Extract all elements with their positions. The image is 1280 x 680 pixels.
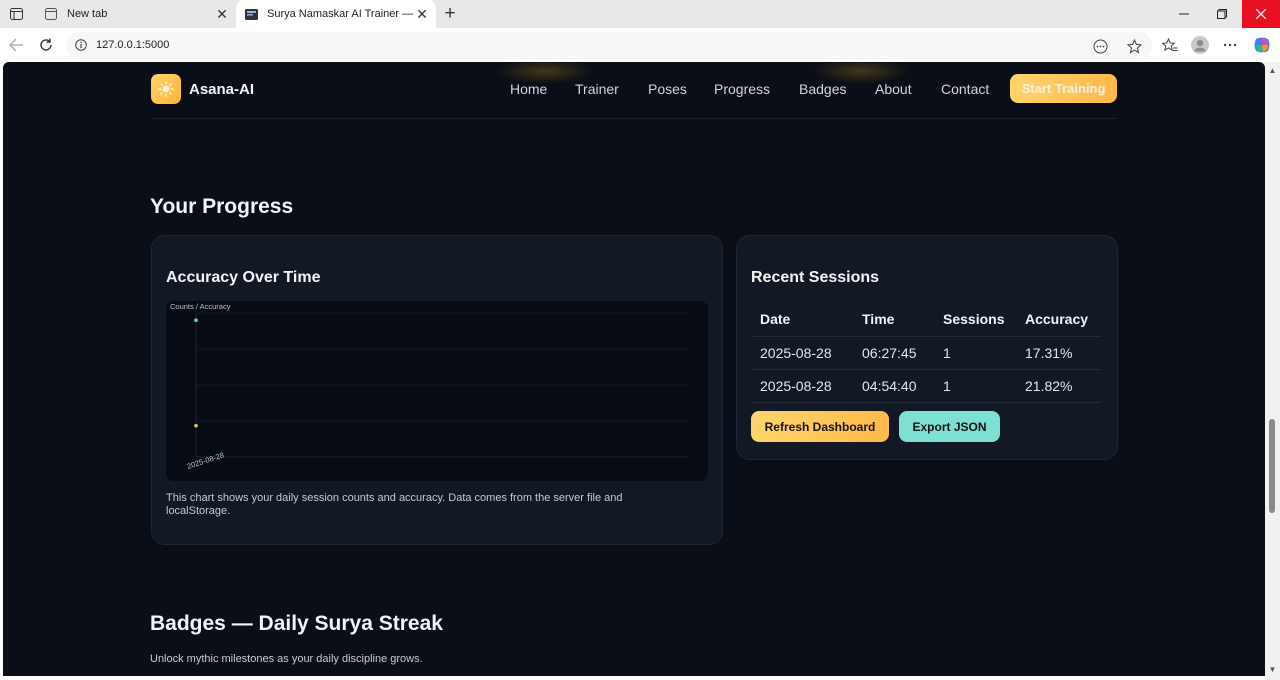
scrollbar-thumb[interactable] xyxy=(1269,419,1275,513)
table-row: 2025-08-28 06:27:45 1 17.31% xyxy=(751,336,1101,370)
tab-actions-menu-button[interactable] xyxy=(6,5,26,23)
column-header-date: Date xyxy=(751,303,853,337)
profile-avatar-icon[interactable] xyxy=(1190,35,1210,55)
address-bar[interactable]: 127.0.0.1:5000 xyxy=(66,32,1152,59)
new-tab-page-icon xyxy=(44,7,58,21)
cell-time: 06:27:45 xyxy=(853,336,934,370)
new-tab-plus-icon[interactable]: + xyxy=(440,3,460,24)
chart-data-point xyxy=(194,318,198,322)
favorites-list-icon[interactable] xyxy=(1160,35,1180,55)
scroll-down-arrow-icon[interactable]: ▼ xyxy=(1268,665,1277,674)
cell-date: 2025-08-28 xyxy=(751,336,853,370)
back-arrow-icon[interactable] xyxy=(6,35,26,55)
start-training-button[interactable]: Start Training xyxy=(1010,74,1117,103)
badges-section-title: Badges — Daily Surya Streak xyxy=(150,612,443,635)
progress-section-title: Your Progress xyxy=(150,195,294,218)
table-header-row: Date Time Sessions Accuracy xyxy=(751,303,1101,337)
cell-time: 04:54:40 xyxy=(853,369,934,403)
browser-tab-strip: New tab ✕ Surya Namaskar AI Trainer — Ho… xyxy=(0,0,1280,28)
table-row: 2025-08-28 04:54:40 1 21.82% xyxy=(751,369,1101,403)
chart-data-point xyxy=(194,423,198,428)
brand-name[interactable]: Asana-AI xyxy=(189,81,254,98)
site-info-icon[interactable] xyxy=(74,38,88,52)
reading-mode-icon[interactable] xyxy=(1090,36,1110,56)
nav-about[interactable]: About xyxy=(875,81,912,97)
close-tab-icon[interactable]: ✕ xyxy=(214,6,230,22)
restore-window-icon[interactable] xyxy=(1203,0,1241,28)
site-header: Asana-AI Home Trainer Poses Progress Bad… xyxy=(3,62,1265,120)
close-window-icon[interactable] xyxy=(1242,0,1280,28)
cell-sessions: 1 xyxy=(934,369,1016,403)
nav-badges[interactable]: Badges xyxy=(799,81,846,97)
accuracy-chart-card: Accuracy Over Time Counts / Accuracy 2025… xyxy=(151,235,723,545)
badges-subtitle: Unlock mythic milestones as your daily d… xyxy=(150,653,423,665)
export-json-button[interactable]: Export JSON xyxy=(899,411,1000,442)
chart-card-title: Accuracy Over Time xyxy=(166,269,321,286)
page-viewport: Asana-AI Home Trainer Poses Progress Bad… xyxy=(3,62,1265,676)
tab-actions-icon xyxy=(9,8,23,20)
tab-title: New tab xyxy=(67,8,108,20)
cell-date: 2025-08-28 xyxy=(751,369,853,403)
reload-icon[interactable] xyxy=(36,35,56,55)
nav-progress[interactable]: Progress xyxy=(714,81,770,97)
accuracy-chart: Counts / Accuracy 2025-08-28 xyxy=(166,301,708,481)
cell-sessions: 1 xyxy=(934,336,1016,370)
refresh-dashboard-button[interactable]: Refresh Dashboard xyxy=(751,411,889,442)
column-header-time: Time xyxy=(853,303,934,337)
browser-tab-surya-trainer[interactable]: Surya Namaskar AI Trainer — Hor ✕ xyxy=(236,0,436,28)
nav-home[interactable]: Home xyxy=(510,81,547,97)
chart-caption: This chart shows your daily session coun… xyxy=(166,492,623,517)
tab-title: Surya Namaskar AI Trainer — Hor xyxy=(267,8,414,20)
column-header-accuracy: Accuracy xyxy=(1016,303,1101,337)
nav-poses[interactable]: Poses xyxy=(648,81,687,97)
browser-toolbar: 127.0.0.1:5000 xyxy=(0,28,1280,62)
scroll-up-arrow-icon[interactable]: ▲ xyxy=(1268,66,1277,75)
sessions-card-title: Recent Sessions xyxy=(751,269,880,286)
nav-trainer[interactable]: Trainer xyxy=(575,81,619,97)
copilot-icon[interactable] xyxy=(1252,35,1272,55)
header-divider xyxy=(151,118,1117,119)
minimize-window-icon[interactable] xyxy=(1165,0,1203,28)
favorite-star-icon[interactable] xyxy=(1124,36,1144,56)
browser-tab-new-tab[interactable]: New tab ✕ xyxy=(36,0,236,28)
chart-x-tick-label: 2025-08-28 xyxy=(186,450,225,470)
accuracy-chart-svg: Counts / Accuracy 2025-08-28 xyxy=(170,302,688,471)
more-options-icon[interactable] xyxy=(1220,35,1240,55)
url-text: 127.0.0.1:5000 xyxy=(96,39,170,51)
nav-contact[interactable]: Contact xyxy=(941,81,989,97)
cell-accuracy: 17.31% xyxy=(1016,336,1101,370)
cell-accuracy: 21.82% xyxy=(1016,369,1101,403)
sessions-table: Date Time Sessions Accuracy 2025-08-28 0… xyxy=(751,303,1101,403)
close-tab-icon[interactable]: ✕ xyxy=(414,6,430,22)
column-header-sessions: Sessions xyxy=(934,303,1016,337)
recent-sessions-card: Recent Sessions Date Time Sessions Accur… xyxy=(736,235,1118,460)
sun-logo-icon[interactable] xyxy=(151,74,181,104)
site-favicon-icon xyxy=(244,7,258,21)
chart-y-axis-label: Counts / Accuracy xyxy=(170,302,231,311)
page-scrollbar[interactable]: ▲ ▼ xyxy=(1265,62,1280,680)
